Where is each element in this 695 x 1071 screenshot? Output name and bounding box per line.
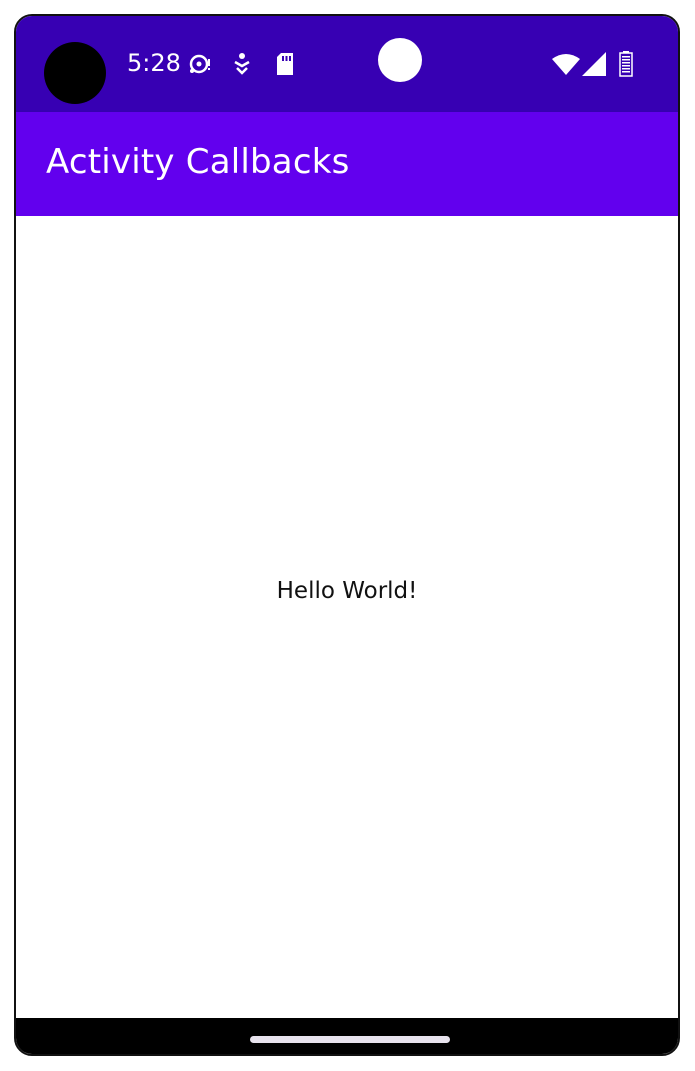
media-sync-icon [188,50,214,78]
navigation-bar [16,1018,678,1054]
app-title: Activity Callbacks [46,142,350,182]
phone-screen: 5:28 Activity Callbacks Hello World! [14,14,680,1056]
front-sensor [378,38,422,82]
camera-cutout [44,42,106,104]
wifi-icon [552,50,580,78]
accessibility-icon [232,50,252,78]
app-bar: Activity Callbacks [16,112,678,216]
main-content: Hello World! [16,216,678,1022]
home-gesture-handle[interactable] [250,1036,450,1043]
hello-world-text: Hello World! [276,578,418,604]
sd-card-icon [274,50,296,78]
battery-icon [618,50,634,78]
status-time: 5:28 [127,49,181,77]
cellular-signal-icon [582,50,606,78]
status-bar: 5:28 [16,16,678,112]
